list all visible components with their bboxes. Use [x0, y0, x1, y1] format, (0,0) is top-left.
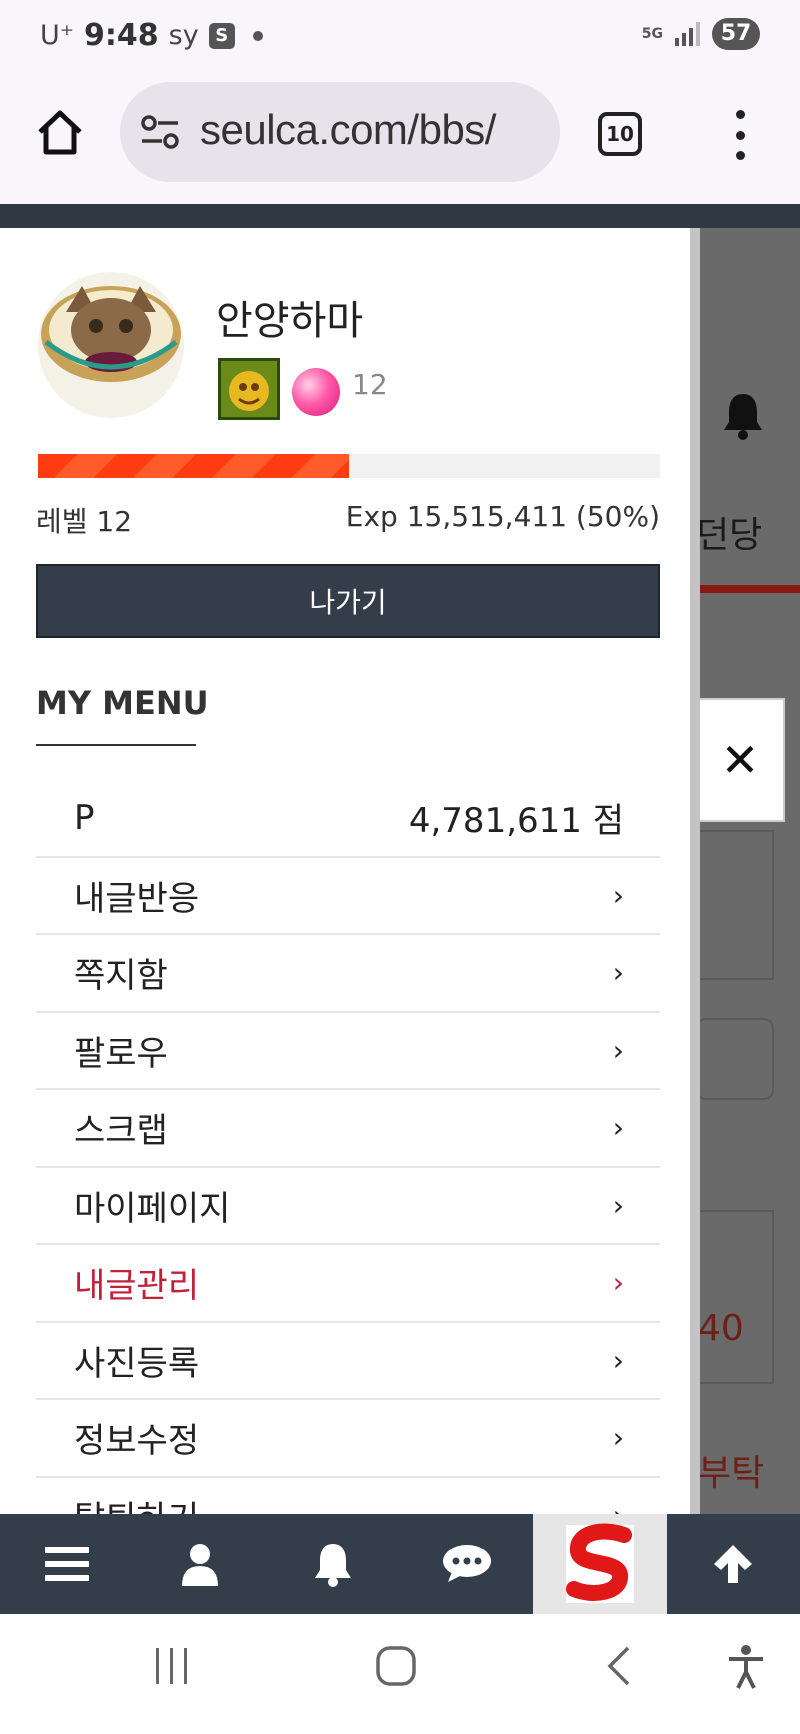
accessibility-button[interactable] — [726, 1644, 766, 1694]
avatar[interactable] — [38, 272, 184, 418]
chevron-right-icon: › — [613, 1499, 624, 1514]
back-button[interactable] — [604, 1644, 634, 1692]
status-left: U⁺ 9:48 sy S — [40, 18, 263, 53]
battery-indicator: 57 — [712, 18, 760, 50]
recent-apps-button[interactable] — [152, 1644, 192, 1692]
menu-icon — [44, 1547, 89, 1581]
url-text[interactable]: seulca.com/bbs/ — [200, 106, 496, 154]
menu-item-label: 탈퇴하기 — [74, 1491, 199, 1514]
background-text-4: 부탁 — [698, 1453, 765, 1494]
status-indicators: sy — [168, 20, 199, 51]
menu-item-label: 사진등록 — [74, 1343, 200, 1384]
menu-item-label: 마이페이지 — [74, 1188, 231, 1229]
user-icon — [181, 1544, 218, 1586]
menu-item[interactable]: 팔로우 › — [36, 1013, 660, 1090]
exp-label: Exp 15,515,411 (50%) — [345, 500, 660, 533]
menu-heading: MY MENU — [36, 684, 209, 722]
chevron-right-icon: › — [612, 1266, 624, 1300]
system-nav-bar — [0, 1614, 800, 1734]
arrow-up-icon — [714, 1545, 753, 1583]
my-menu-list: P 4,781,611 점 내글반응 › 쪽지함 › 팔로우 › 스크랩 › 마이페이지 › 내글관… — [36, 780, 660, 1514]
background-text-1: 던당 — [696, 515, 763, 556]
menu-item-label: 쪽지함 — [74, 956, 168, 997]
chevron-right-icon: › — [612, 1343, 624, 1377]
status-right: 5G 57 — [642, 18, 760, 50]
chat-icon — [442, 1545, 491, 1582]
messages-button[interactable] — [400, 1514, 533, 1614]
recent-apps-icon — [156, 1648, 187, 1684]
menu-button[interactable] — [0, 1514, 133, 1614]
background-text-3: 40 — [698, 1308, 744, 1349]
address-bar[interactable]: seulca.com/bbs/ — [120, 82, 560, 182]
bottom-toolbar — [0, 1514, 800, 1614]
points-row[interactable]: P 4,781,611 점 — [36, 780, 660, 858]
app-notification-icon: S — [208, 22, 235, 49]
menu-item-label: 내글반응 — [74, 878, 200, 919]
browser-toolbar: seulca.com/bbs/ 10 — [0, 76, 800, 204]
site-logo-button[interactable] — [533, 1514, 667, 1614]
profile-button[interactable] — [133, 1514, 266, 1614]
browser-home-button[interactable] — [34, 106, 86, 158]
drawer-scrollbar[interactable] — [690, 228, 700, 1514]
menu-item[interactable]: 쪽지함 › — [36, 935, 660, 1013]
close-icon: ✕ — [720, 733, 760, 787]
cat-avatar-image — [41, 286, 181, 382]
close-drawer-button[interactable]: ✕ — [695, 698, 785, 822]
more-options-icon[interactable] — [728, 110, 752, 160]
scroll-top-button[interactable] — [667, 1514, 800, 1614]
chevron-right-icon: › — [612, 1188, 624, 1222]
exp-progress-fill — [38, 454, 349, 478]
home-icon — [376, 1646, 416, 1686]
menu-item[interactable]: 스크랩 › — [36, 1090, 660, 1168]
exp-progress-bar — [38, 454, 660, 478]
signal-icon — [675, 22, 700, 46]
site-logo — [565, 1523, 634, 1603]
chevron-right-icon: › — [612, 1111, 624, 1145]
menu-item[interactable]: 정보수정 › — [36, 1400, 660, 1478]
background-box-2 — [696, 1210, 774, 1384]
username: 안양하마 — [216, 298, 364, 344]
menu-item[interactable]: 탈퇴하기 › — [36, 1478, 660, 1514]
background-bell-icon — [724, 394, 762, 440]
side-drawer: 안양하마 12 레벨 12 Exp 15,515,411 (50%) 나가기 M… — [0, 228, 690, 1514]
network-type: 5G — [641, 26, 663, 42]
points-label: P — [74, 797, 95, 838]
tab-switcher-button[interactable]: 10 — [598, 112, 642, 156]
level-label: 레벨 12 — [36, 505, 133, 538]
clock: 9:48 — [84, 18, 159, 53]
points-value: 4,781,611 점 — [408, 801, 624, 842]
background-banner — [696, 1018, 774, 1100]
menu-item[interactable]: 내글관리 › — [36, 1245, 660, 1323]
home-icon — [38, 110, 82, 155]
status-bar: U⁺ 9:48 sy S 5G 57 — [0, 0, 800, 76]
rank-badge-icon — [218, 358, 280, 420]
chevron-right-icon: › — [612, 956, 624, 990]
chevron-right-icon: › — [612, 1421, 624, 1455]
menu-item-label: 정보수정 — [74, 1421, 200, 1462]
notification-dot-icon — [252, 30, 263, 41]
chevron-right-icon: › — [612, 1033, 624, 1067]
menu-item[interactable]: 사진등록 › — [36, 1323, 660, 1400]
bell-icon — [315, 1544, 352, 1587]
menu-item-label: 스크랩 — [74, 1111, 168, 1152]
menu-item-label: 내글관리 — [74, 1266, 200, 1307]
menu-item[interactable]: 내글반응 › — [36, 858, 660, 935]
chevron-right-icon: › — [612, 878, 624, 912]
badge-level: 12 — [352, 368, 388, 401]
background-accent-line — [700, 585, 800, 593]
site-settings-icon[interactable] — [140, 114, 180, 150]
logout-button[interactable]: 나가기 — [36, 564, 660, 638]
background-box-1 — [696, 830, 774, 980]
menu-item[interactable]: 마이페이지 › — [36, 1168, 660, 1245]
carrier-label: U⁺ — [40, 20, 75, 51]
notifications-button[interactable] — [267, 1514, 400, 1614]
system-home-button[interactable] — [374, 1644, 418, 1692]
background-header-strip — [0, 204, 800, 228]
level-ball-icon — [292, 368, 340, 416]
menu-heading-underline — [36, 744, 196, 746]
back-icon — [607, 1646, 630, 1686]
accessibility-icon — [729, 1645, 763, 1689]
menu-item-label: 팔로우 — [74, 1033, 168, 1074]
